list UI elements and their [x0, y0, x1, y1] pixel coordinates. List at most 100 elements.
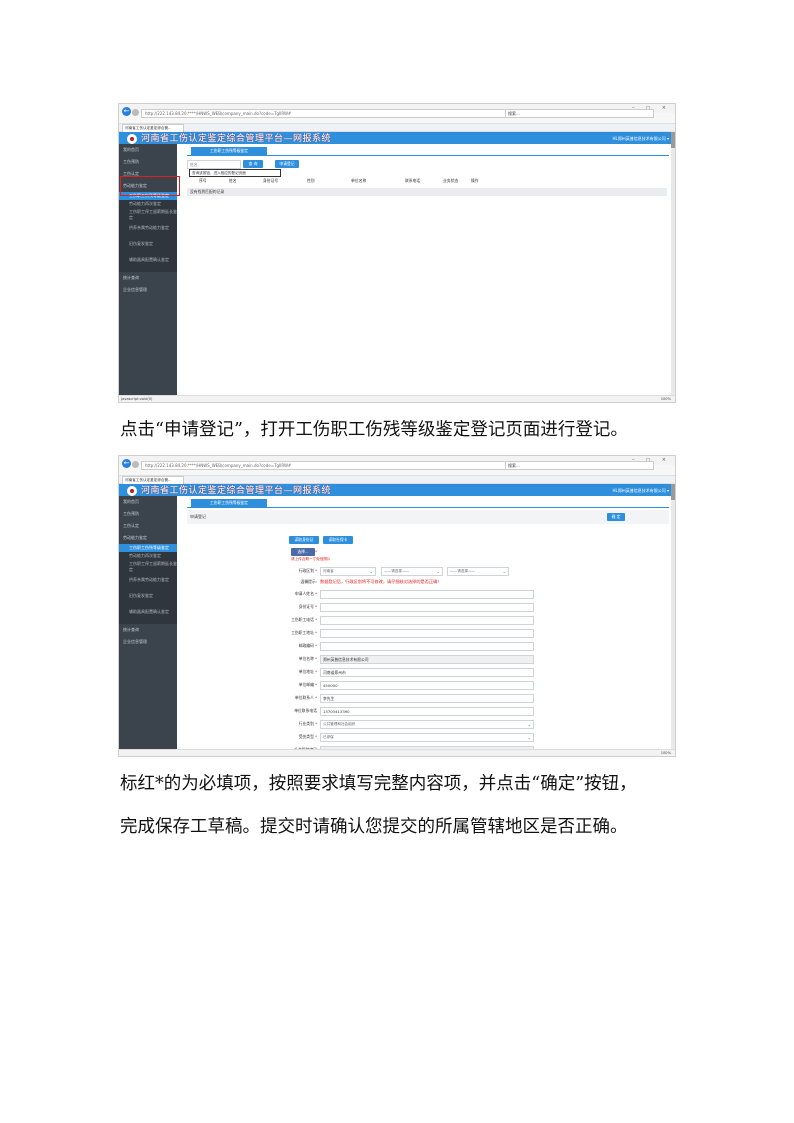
main-panel: 工伤职工伤残等级鉴定 申请登记 确 定 读取身份证 读取社保卡 一寸照片 * 选… [177, 496, 675, 756]
field-label: 单位邮编 * [298, 682, 317, 687]
empty-table-row: 没有找到匹配的记录 [187, 188, 667, 196]
sidebar-item-company[interactable]: 企业信息管理 [119, 636, 177, 648]
highlight-box [120, 176, 180, 196]
sidebar-item-reappraisal[interactable]: 劳动能力再次鉴定 [119, 200, 177, 208]
sidebar-item-company[interactable]: 企业信息管理 [119, 284, 177, 296]
status-bar: 100% [119, 749, 675, 756]
sidebar-item-disability-grade[interactable]: 工伤职工伤残等级鉴定 [119, 544, 177, 552]
sidebar-item-statistics[interactable]: 统计查询 [119, 272, 177, 284]
column-header: 操作 [471, 178, 479, 183]
back-icon[interactable]: ← [122, 459, 131, 468]
postcode-input[interactable] [320, 642, 534, 651]
sidebar-item-recognition[interactable]: 工伤认定 [119, 520, 177, 532]
forward-icon[interactable] [132, 109, 139, 116]
sidebar-item-prevention[interactable]: 工伤预防 [119, 156, 177, 168]
id-number-input[interactable] [320, 603, 534, 612]
zoom-level[interactable]: 100% [661, 396, 671, 402]
worker-phone-input[interactable] [320, 616, 534, 625]
company-contact-input[interactable]: 李先生 [320, 694, 534, 703]
column-header: 联系电话 [405, 178, 421, 183]
confirm-button[interactable]: 确 定 [607, 513, 625, 521]
browser-addressbar: ← http://222.143.84.20:****/HNWS_WEB/com… [119, 107, 675, 124]
industry-select[interactable]: 公共管理和社会组织 ⌄ [320, 720, 534, 729]
table-header: 序号 姓名 身份证号 性别 单位名称 联系电话 业务状态 操作 [187, 177, 667, 185]
sidebar-item-assistive[interactable]: 辅助器具配置确认鉴定 [119, 256, 177, 272]
province-select[interactable]: 河南省 ⌄ [320, 567, 376, 576]
browser-tabs: 河南省工伤认定鉴定综合管... [119, 476, 675, 484]
instruction-2-line-1: 标红*的为必填项，按照要求填写完整内容项，并点击“确定”按钮， [120, 774, 637, 794]
user-menu[interactable]: HL郑州英普信息技术有限公司 ▾ [612, 487, 669, 495]
region-label: 行政区划 * [298, 568, 317, 573]
sidebar-item-recurrence[interactable]: 旧伤复发鉴定 [119, 592, 177, 608]
callout-tip: 查询该按钮，进入相应的登记页面 [189, 169, 281, 177]
scrollbar[interactable] [671, 482, 675, 750]
company-postcode-input[interactable]: 450000 [320, 681, 534, 690]
sidebar-item-ability-appraisal[interactable]: 劳动能力鉴定 [119, 532, 177, 544]
column-header: 单位名称 [351, 178, 367, 183]
county-select[interactable]: ——请选择—— ⌄ [447, 567, 509, 576]
company-phone-input[interactable]: 13703413390 [320, 707, 534, 716]
tab-disability-grade[interactable]: 工伤职工伤残等级鉴定 [191, 147, 267, 155]
field-label: 申请人姓名 * [294, 591, 317, 596]
browser-tab[interactable]: 河南省工伤认定鉴定综合管... [122, 476, 184, 484]
company-name-input[interactable]: 郑州英普信息技术有限公司 [320, 655, 534, 664]
read-id-card-button[interactable]: 读取身份证 [289, 536, 319, 544]
apply-register-button[interactable]: 申请登记 [275, 160, 299, 168]
url-input[interactable]: http://222.143.84.20:****/HNWS_WEB/compa… [141, 461, 506, 470]
status-bar: javascript:void(0) 100% [119, 395, 675, 402]
scrollbar[interactable] [671, 130, 675, 396]
sidebar-item-assistive[interactable]: 辅助器具配置确认鉴定 [119, 608, 177, 624]
company-address-input[interactable]: 河南省郑州市 [320, 668, 534, 677]
field-label: 身份证号 * [298, 604, 317, 609]
sidebar-item-reappraisal[interactable]: 劳动能力再次鉴定 [119, 552, 177, 560]
photo-hint: 请上传近期一寸免冠照片 [291, 557, 331, 561]
city-select[interactable]: ——请选择—— ⌄ [381, 567, 443, 576]
column-header: 性别 [307, 178, 315, 183]
applicant-name-input[interactable] [320, 590, 534, 599]
main-panel: 工伤职工伤残等级鉴定 姓名 查 询 申请登记 查询该按钮，进入相应的登记页面 序… [177, 144, 675, 402]
sidebar-item-leave-extension[interactable]: 工伤职工停工留薪期延长鉴定 [119, 208, 177, 224]
column-header: 身份证号 [263, 178, 279, 183]
read-ss-card-button[interactable]: 读取社保卡 [323, 536, 353, 544]
sidebar-item-leave-extension[interactable]: 工伤职工停工留薪期延长鉴定 [119, 560, 177, 576]
sidebar-item-recurrence[interactable]: 旧伤复发鉴定 [119, 240, 177, 256]
instruction-2-line-2: 完成保存工草稿。提交时请确认您提交的所属管辖地区是否正确。 [120, 817, 628, 837]
column-header: 业务状态 [443, 178, 459, 183]
query-button[interactable]: 查 询 [243, 160, 263, 168]
worker-address-input[interactable] [320, 629, 534, 638]
sidebar-item-home[interactable]: 我的首页 [119, 496, 177, 508]
emblem-icon [127, 486, 137, 496]
url-input[interactable]: http://222.143.84.20:****/HNWS_WEB/compa… [141, 109, 506, 118]
field-label: 单位联系人 * [294, 695, 317, 700]
screenshot-apply-list: – ◻ × ← http://222.143.84.20:****/HNWS_W… [118, 103, 676, 403]
column-header: 姓名 [229, 178, 237, 183]
sidebar-item-dependents[interactable]: 供养亲属劳动能力鉴定 [119, 224, 177, 240]
upload-button[interactable]: 选择... [291, 548, 315, 556]
injury-type-select[interactable]: 已参保 ⌄ [320, 733, 534, 742]
sidebar-item-home[interactable]: 我的首页 [119, 144, 177, 156]
field-label: 工伤职工电话 * [291, 617, 317, 622]
sidebar-item-statistics[interactable]: 统计查询 [119, 624, 177, 636]
search-input[interactable]: 搜索... [505, 461, 654, 470]
sidebar-item-prevention[interactable]: 工伤预防 [119, 508, 177, 520]
screenshot-apply-form: – ◻ × ← http://222.143.84.20:****/HNWS_W… [118, 455, 676, 757]
back-icon[interactable]: ← [122, 107, 131, 116]
user-menu[interactable]: HL郑州英普信息技术有限公司 ▾ [612, 135, 669, 143]
tab-divider [187, 507, 669, 508]
field-label: 受伤类型 * [298, 734, 317, 739]
tab-disability-grade[interactable]: 工伤职工伤残等级鉴定 [191, 499, 267, 507]
notice-label: 温馨提示: [300, 579, 317, 584]
browser-addressbar: ← http://222.143.84.20:****/HNWS_WEB/com… [119, 459, 675, 476]
name-input[interactable]: 姓名 [187, 160, 241, 169]
instruction-1: 点击“申请登记”，打开工伤职工伤残等级鉴定登记页面进行登记。 [120, 420, 628, 440]
sidebar: 我的首页 工伤预防 工伤认定 劳动能力鉴定 工伤职工伤残等级鉴定 劳动能力再次鉴… [119, 496, 177, 756]
field-label: 单位名称 * [298, 656, 317, 661]
sidebar-item-dependents[interactable]: 供养亲属劳动能力鉴定 [119, 576, 177, 592]
browser-tab[interactable]: 河南省工伤认定鉴定综合管... [122, 124, 184, 132]
zoom-level[interactable]: 100% [661, 750, 671, 756]
search-input[interactable]: 搜索... [505, 109, 654, 118]
forward-icon[interactable] [132, 461, 139, 468]
field-label: 单位地址 * [298, 669, 317, 674]
field-label: 行业类别 * [298, 721, 317, 726]
field-label: 邮政编码 * [298, 643, 317, 648]
